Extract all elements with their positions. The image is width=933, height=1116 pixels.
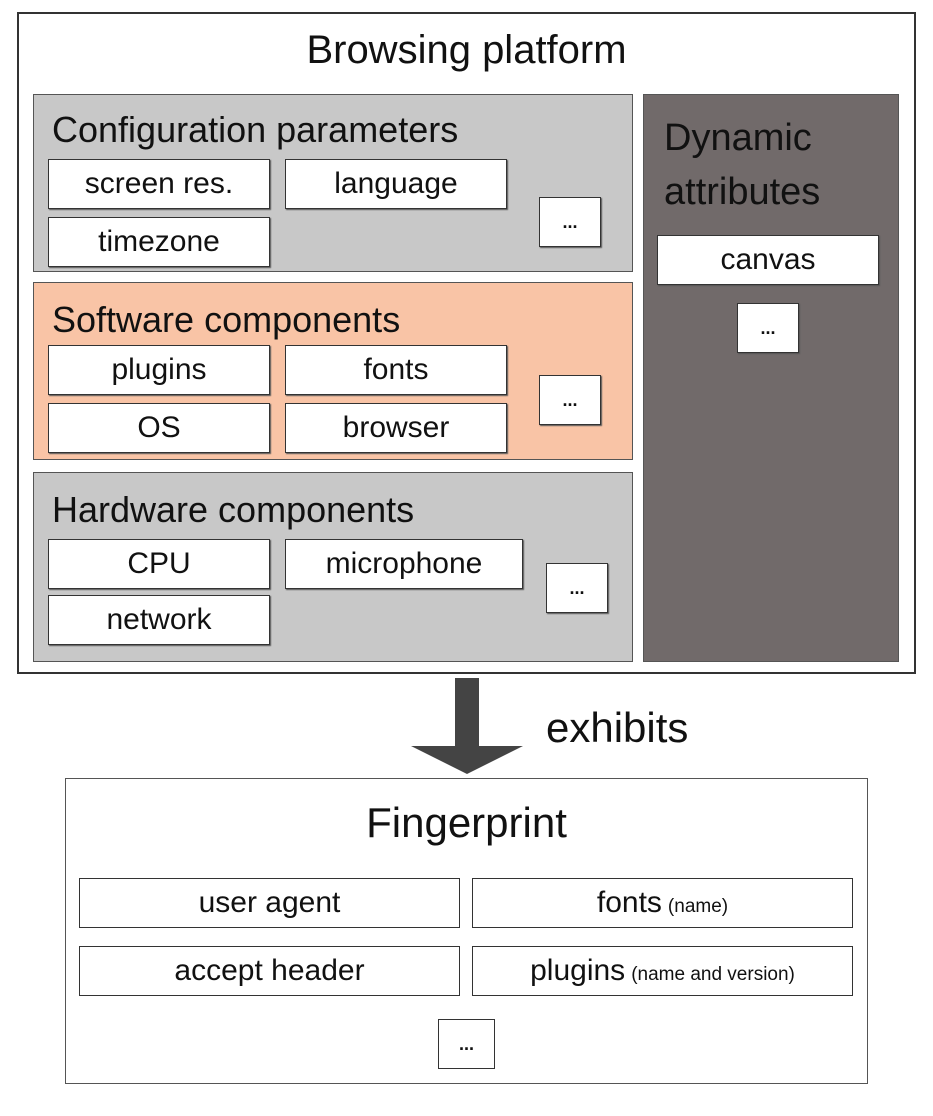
software-components-title: Software components (52, 299, 401, 340)
dynamic-more-ellipsis: ... (737, 303, 799, 353)
attribute-plugins: plugins (48, 345, 270, 395)
dynamic-title-line1: Dynamic (664, 117, 812, 159)
configuration-parameters-title: Configuration parameters (52, 109, 459, 150)
software-more-ellipsis: ... (539, 375, 601, 425)
fingerprint-item-label: plugins (530, 954, 626, 987)
fingerprint-item-label: accept header (174, 954, 365, 987)
attribute-timezone: timezone (48, 217, 270, 267)
fingerprint-item-note: (name) (667, 896, 729, 917)
software-components-panel: Software components plugins fonts OS bro… (33, 282, 633, 460)
fingerprint-title: Fingerprint (366, 799, 567, 846)
fingerprint-plugins: plugins (name and version) (472, 946, 853, 996)
fingerprint-more-ellipsis: ... (438, 1019, 495, 1069)
attribute-screen-res: screen res. (48, 159, 270, 209)
exhibits-label: exhibits (546, 704, 689, 751)
configuration-parameters-panel: Configuration parameters screen res. lan… (33, 94, 633, 272)
attribute-network: network (48, 595, 270, 645)
attribute-cpu: CPU (48, 539, 270, 589)
attribute-language: language (285, 159, 507, 209)
fingerprint-item-label: fonts (596, 886, 662, 919)
fingerprint-accept-header: accept header (79, 946, 460, 996)
configuration-more-ellipsis: ... (539, 197, 601, 247)
fingerprint-item-label: user agent (198, 886, 341, 919)
hardware-more-ellipsis: ... (546, 563, 608, 613)
attribute-fonts: fonts (285, 345, 507, 395)
down-arrow-icon (411, 678, 523, 774)
fingerprint-item-note: (name and version) (631, 964, 795, 985)
fingerprint-fonts: fonts (name) (472, 878, 853, 928)
hardware-components-panel: Hardware components CPU microphone netwo… (33, 472, 633, 662)
attribute-browser: browser (285, 403, 507, 453)
attribute-microphone: microphone (285, 539, 523, 589)
dynamic-attributes-title: Dynamic attributes (664, 111, 820, 219)
fingerprint-container: Fingerprint user agent fonts (name) acce… (65, 778, 868, 1084)
fingerprint-user-agent: user agent (79, 878, 460, 928)
attribute-canvas: canvas (657, 235, 879, 285)
dynamic-attributes-panel: Dynamic attributes canvas ... (643, 94, 899, 662)
browsing-platform-title: Browsing platform (306, 28, 627, 72)
hardware-components-title: Hardware components (52, 489, 415, 530)
dynamic-title-line2: attributes (664, 171, 821, 213)
attribute-os: OS (48, 403, 270, 453)
